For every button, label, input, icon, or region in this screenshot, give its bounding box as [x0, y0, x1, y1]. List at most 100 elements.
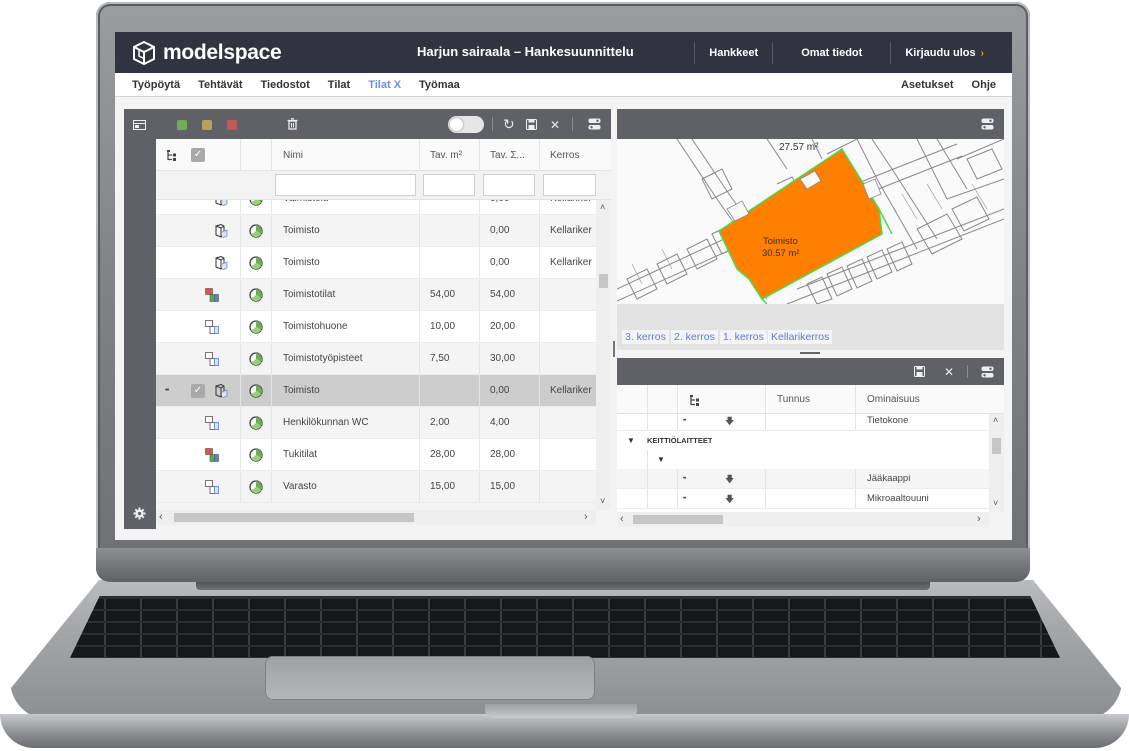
scroll-thumb[interactable]	[633, 515, 723, 524]
menu-spaces-x[interactable]: Tilat X	[368, 79, 401, 91]
menu-worksite[interactable]: Työmaa	[419, 79, 460, 91]
close-icon[interactable]: ✕	[944, 366, 954, 378]
status-pie-icon[interactable]	[249, 416, 263, 430]
filter-input-area[interactable]	[423, 174, 475, 196]
properties-header: Tunnus Ominaisuus	[617, 385, 1004, 414]
status-pie-icon[interactable]	[249, 288, 263, 302]
status-red-icon[interactable]	[227, 120, 237, 130]
move-down-icon[interactable]: 🡇	[725, 489, 734, 509]
scroll-thumb[interactable]	[992, 438, 1001, 454]
grid-vertical-scrollbar[interactable]: ˄ ˅	[596, 200, 611, 510]
col-divider	[765, 489, 766, 508]
layout-toggle-icon[interactable]	[588, 118, 601, 130]
row-more-icon[interactable]: •••	[683, 414, 686, 431]
table-row[interactable]: Henkilökunnan WC 2,00 4,00	[156, 407, 596, 439]
refresh-icon[interactable]: ↻	[503, 117, 515, 131]
status-pie-icon[interactable]	[249, 352, 263, 366]
column-header-name[interactable]: Nimi	[283, 150, 303, 161]
horizontal-splitter[interactable]	[617, 350, 1004, 358]
layout-toggle-icon[interactable]	[981, 366, 994, 378]
property-group-row[interactable]: ▼	[617, 450, 989, 470]
status-pie-icon[interactable]	[249, 224, 263, 238]
status-pie-icon[interactable]	[249, 448, 263, 462]
trash-icon[interactable]	[287, 118, 298, 130]
column-header-area-sum[interactable]: Tav. Σ...	[490, 150, 525, 161]
save-icon[interactable]	[526, 119, 537, 130]
status-yellow-icon[interactable]	[202, 120, 212, 130]
properties-horizontal-scrollbar[interactable]: ‹ ›	[617, 512, 989, 527]
menu-settings[interactable]: Asetukset	[901, 79, 954, 91]
menu-files[interactable]: Tiedostot	[261, 79, 310, 91]
scroll-down-icon[interactable]: ˅	[600, 496, 605, 506]
menu-help[interactable]: Ohje	[972, 79, 996, 91]
properties-vertical-scrollbar[interactable]: ˄ ˅	[989, 414, 1004, 512]
floor-plan-map[interactable]: 27.57 m² Toimisto 30.57 m²	[617, 139, 1004, 304]
status-pie-icon[interactable]	[249, 320, 263, 334]
view-toggle[interactable]	[448, 116, 484, 133]
table-row[interactable]: Toimistotilat 54,00 54,00	[156, 279, 596, 311]
table-row[interactable]: Toimisto 0,00 Kellariker	[156, 247, 596, 279]
scroll-right-icon[interactable]: ›	[977, 513, 981, 525]
table-row[interactable]: Toimistotyöpisteet 7,50 30,00	[156, 343, 596, 375]
table-row[interactable]: Valmistelu 0,00 Kellariker	[156, 200, 596, 215]
nav-logout[interactable]: Kirjaudu ulos ›	[890, 41, 998, 64]
grid-horizontal-scrollbar[interactable]: ‹ ›	[156, 510, 596, 525]
table-row[interactable]: ••• ✓ Toimisto 0,00 Kellariker	[156, 375, 596, 407]
scroll-left-icon[interactable]: ‹	[620, 513, 624, 525]
filter-input-floor[interactable]	[543, 174, 596, 196]
filter-input-area-sum[interactable]	[483, 174, 535, 196]
tab-basement[interactable]: Kellarikerros	[768, 330, 833, 344]
column-header-floor[interactable]: Kerros	[550, 150, 579, 161]
move-down-icon[interactable]: 🡇	[725, 414, 734, 431]
layout-toggle-icon[interactable]	[981, 118, 994, 130]
nav-my-info[interactable]: Omat tiedot	[772, 41, 890, 64]
row-more-icon[interactable]: •••	[683, 469, 686, 489]
collapse-icon[interactable]: ▼	[657, 450, 665, 470]
move-down-icon[interactable]: 🡇	[725, 469, 734, 489]
scroll-left-icon[interactable]: ‹	[159, 511, 163, 523]
scroll-up-icon[interactable]: ˄	[993, 415, 998, 425]
table-row[interactable]: Toimistohuone 10,00 20,00	[156, 311, 596, 343]
column-header-area[interactable]: Tav. m²	[430, 150, 462, 161]
logo[interactable]: modelspace	[131, 40, 282, 66]
property-row[interactable]: ••• 🡇 Jääkaappi	[617, 469, 989, 489]
panel-icon[interactable]	[133, 120, 146, 130]
table-row[interactable]: Toimisto 0,00 Kellariker	[156, 215, 596, 247]
row-more-icon[interactable]: •••	[683, 489, 686, 509]
tab-floor-2[interactable]: 2. kerros	[671, 330, 718, 344]
filter-input-name[interactable]	[275, 174, 416, 196]
tree-structure-icon[interactable]	[690, 395, 702, 406]
tab-floor-3[interactable]: 3. kerros	[622, 330, 669, 344]
status-pie-icon[interactable]	[249, 200, 263, 206]
menu-dashboard[interactable]: Työpöytä	[132, 79, 180, 91]
scroll-right-icon[interactable]: ›	[584, 511, 588, 523]
property-row[interactable]: ••• 🡇 Mikroaaltouuni	[617, 489, 989, 509]
scroll-up-icon[interactable]: ˄	[600, 202, 605, 212]
collapse-icon[interactable]: ▼	[627, 431, 635, 451]
status-pie-icon[interactable]	[249, 480, 263, 494]
menu-tasks[interactable]: Tehtävät	[198, 79, 242, 91]
close-icon[interactable]: ✕	[550, 119, 560, 131]
gear-icon[interactable]	[133, 507, 146, 520]
row-checkbox[interactable]: ✓	[191, 384, 205, 398]
table-row[interactable]: Tukitilat 28,00 28,00	[156, 439, 596, 471]
table-row[interactable]: Varasto 15,00 15,00	[156, 471, 596, 503]
menu-spaces[interactable]: Tilat	[328, 79, 350, 91]
laptop-touchpad	[265, 656, 595, 700]
column-header-property[interactable]: Ominaisuus	[867, 394, 920, 405]
tab-floor-1[interactable]: 1. kerros	[720, 330, 767, 344]
row-more-icon[interactable]: •••	[165, 375, 169, 407]
nav-projects[interactable]: Hankkeet	[694, 41, 772, 64]
property-row[interactable]: ••• 🡇 Tietokone	[617, 414, 989, 431]
scroll-down-icon[interactable]: ˅	[993, 498, 998, 508]
scroll-thumb[interactable]	[599, 274, 608, 288]
status-green-icon[interactable]	[177, 120, 187, 130]
tree-structure-icon[interactable]	[167, 150, 179, 161]
column-header-id[interactable]: Tunnus	[777, 394, 810, 405]
scroll-thumb[interactable]	[174, 513, 414, 522]
status-pie-icon[interactable]	[249, 384, 263, 398]
status-pie-icon[interactable]	[249, 256, 263, 270]
select-all-checkbox[interactable]: ✓	[191, 148, 205, 162]
save-icon[interactable]	[914, 366, 925, 377]
property-group-row[interactable]: ▼ KEITTIÖLAITTEET	[617, 431, 989, 451]
